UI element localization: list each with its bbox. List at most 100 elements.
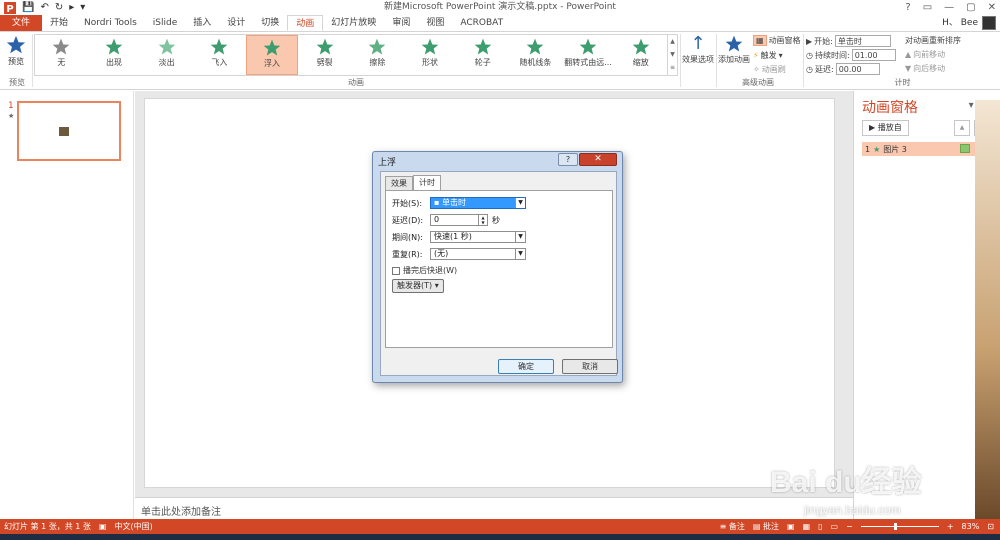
redo-icon[interactable]: ↻ — [55, 0, 63, 15]
ok-button[interactable]: 确定 — [498, 359, 554, 374]
gallery-scroll[interactable]: ▲ ▼ ≡ — [668, 34, 678, 76]
anim-split[interactable]: 劈裂 — [298, 35, 351, 75]
anim-float-in[interactable]: 浮入 — [245, 35, 299, 75]
rewind-checkbox-row[interactable]: 播完后快退(W) — [392, 265, 457, 276]
start-select-value: 单击时 — [441, 198, 466, 207]
animation-list-item[interactable]: 1 ★ 图片 3 ▾ — [862, 142, 992, 156]
tab-timing[interactable]: 计时 — [413, 175, 441, 190]
delay-row: ◷ 延迟: 00.00 — [806, 63, 880, 75]
tab-transitions[interactable]: 切换 — [253, 15, 287, 31]
language[interactable]: 中文(中国) — [114, 521, 152, 532]
start-from-beginning-icon[interactable]: ▸ — [69, 0, 74, 15]
close-icon[interactable]: ✕ — [579, 153, 617, 166]
period-select[interactable]: 快速(1 秒) ▼ — [430, 231, 526, 243]
start-row: ▶ 开始: 单击时 — [806, 35, 891, 47]
fit-slide-icon[interactable]: ⊡ — [987, 519, 994, 534]
triggers-button[interactable]: 触发器(T) ▾ — [392, 279, 444, 293]
animation-group-label: 动画 — [348, 78, 364, 87]
anim-fade[interactable]: 淡出 — [140, 35, 193, 75]
preview-button[interactable]: 预览 — [2, 34, 30, 72]
duration-label: 持续时间: — [814, 50, 850, 60]
user-account[interactable]: H、 Bee — [942, 15, 996, 31]
dialog-controls: ? ✕ — [558, 153, 617, 166]
notes-pane[interactable]: 单击此处添加备注 — [135, 497, 853, 519]
tab-review[interactable]: 审阅 — [384, 15, 418, 31]
clock-icon: ◷ — [806, 64, 813, 74]
trigger-button[interactable]: ⚡ 触发 ▾ — [753, 50, 783, 61]
anim-none[interactable]: 无 — [35, 35, 88, 75]
delay-input[interactable]: 00.00 — [835, 63, 880, 75]
tab-design[interactable]: 设计 — [219, 15, 253, 31]
cancel-button[interactable]: 取消 — [562, 359, 618, 374]
anim-zoom[interactable]: 缩放 — [614, 35, 667, 75]
animation-painter-button[interactable]: ✧ 动画刷 — [753, 64, 786, 75]
customize-qat-icon[interactable]: ▾ — [80, 0, 85, 15]
timing-group-label: 计时 — [894, 78, 911, 87]
start-select[interactable]: ▪ 单击时 ▼ — [430, 197, 526, 209]
add-animation-label: 添加动画 — [718, 55, 750, 64]
play-from-button[interactable]: ▶ 播放自 — [862, 120, 909, 136]
anim-wheel-label: 轮子 — [474, 58, 491, 67]
arrow-up-icon: ↑ — [690, 33, 706, 54]
chevron-down-icon: ▼ — [515, 198, 525, 208]
tab-home[interactable]: 开始 — [42, 15, 76, 31]
start-field-label: 开始(S): — [392, 198, 423, 208]
slide-thumbnail[interactable] — [17, 101, 121, 161]
move-earlier-button[interactable]: ▲ 向前移动 — [905, 49, 945, 60]
anim-appear[interactable]: 出现 — [88, 35, 141, 75]
delay-field-label: 延迟(D): — [392, 215, 424, 225]
ribbon-display-icon[interactable]: ▭ — [923, 0, 932, 15]
anim-wipe[interactable]: 擦除 — [351, 35, 404, 75]
chevron-down-icon: ▼ — [515, 249, 525, 259]
anim-wheel[interactable]: 轮子 — [456, 35, 509, 75]
duration-input[interactable]: 01.00 — [851, 49, 896, 61]
repeat-select[interactable]: (无) ▼ — [430, 248, 526, 260]
delay-spinner[interactable]: 0 ▲ ▼ — [430, 214, 488, 226]
close-icon[interactable]: ✕ — [988, 0, 996, 15]
animation-pane-button[interactable]: ▦ 动画窗格 — [753, 35, 801, 46]
start-select[interactable]: 单击时 — [834, 35, 891, 47]
spelling-icon[interactable]: ▣ — [99, 522, 107, 531]
notes-toggle[interactable]: ≡ 备注 — [720, 519, 745, 534]
rewind-checkbox[interactable] — [392, 266, 400, 275]
tab-islide[interactable]: iSlide — [145, 15, 185, 31]
add-animation-button[interactable]: 添加动画 — [714, 34, 754, 65]
undo-icon[interactable]: ↶ — [40, 0, 48, 15]
play-icon: ▶ — [869, 123, 876, 132]
rewind-label: 播完后快退(W) — [403, 266, 458, 275]
baidu-watermark: Bai du经验 jingyan.baidu.com — [752, 455, 972, 537]
help-icon[interactable]: ? — [558, 153, 578, 166]
delay-field: 延迟(D): 0 ▲ ▼ 秒 — [392, 214, 500, 226]
anim-grow-turn[interactable]: 翻转式由远... — [562, 35, 615, 75]
timing-bar — [960, 144, 970, 153]
save-icon[interactable]: 💾 — [22, 0, 34, 15]
anim-shape[interactable]: 形状 — [404, 35, 457, 75]
anim-float-in-label: 浮入 — [264, 59, 281, 68]
anim-random-bars-label: 随机线条 — [519, 58, 552, 67]
tab-effect[interactable]: 效果 — [385, 176, 413, 190]
pane-options-icon[interactable]: ▾ — [969, 100, 974, 111]
anim-random-bars[interactable]: 随机线条 — [509, 35, 562, 75]
anim-fly-in[interactable]: 飞入 — [193, 35, 246, 75]
anim-split-label: 劈裂 — [316, 58, 333, 67]
move-up-icon[interactable]: ▲ — [954, 120, 970, 136]
tab-insert[interactable]: 插入 — [185, 15, 219, 31]
effect-options-button[interactable]: ↑ 效果选项 — [678, 34, 718, 65]
spinner-arrows-icon[interactable]: ▲ ▼ — [478, 215, 487, 225]
star-grow-turn-icon — [579, 38, 597, 55]
tab-view[interactable]: 视图 — [418, 15, 452, 31]
help-icon[interactable]: ? — [905, 0, 910, 15]
move-later-button[interactable]: ▼ 向后移动 — [905, 63, 945, 74]
tab-nordri-tools[interactable]: Nordri Tools — [76, 15, 145, 31]
item-index: 1 — [865, 144, 871, 154]
repeat-field-label: 重复(R): — [392, 249, 423, 259]
tab-animations[interactable]: 动画 — [287, 15, 324, 31]
tab-acrobat[interactable]: ACROBAT — [452, 15, 511, 31]
tab-slideshow[interactable]: 幻灯片放映 — [323, 15, 384, 31]
animation-pane-icon: ▦ — [753, 35, 767, 46]
reorder-title: 对动画重新排序 — [905, 36, 961, 45]
maximize-icon[interactable]: ▢ — [966, 0, 975, 15]
minimize-icon[interactable]: — — [944, 0, 954, 15]
tab-file[interactable]: 文件 — [0, 15, 43, 31]
timing-panel: 开始(S): ▪ 单击时 ▼ 延迟(D): 0 ▲ ▼ 秒 期间(N): 快速(1… — [385, 190, 613, 348]
